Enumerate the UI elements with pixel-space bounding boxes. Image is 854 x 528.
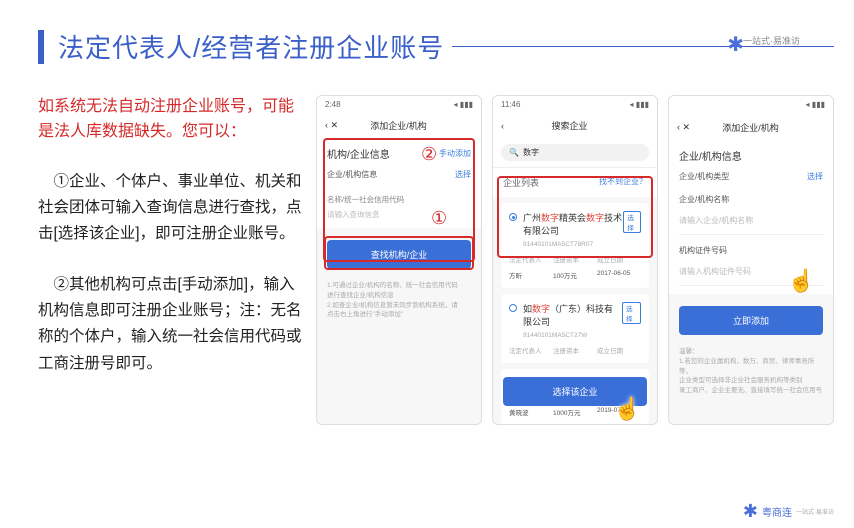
footer-logo-icon: ✱ (743, 501, 758, 522)
nav-title: 搜索企业 (551, 119, 587, 132)
add-now-button[interactable]: 立即添加 (679, 306, 823, 335)
list-header: 企业列表 (503, 176, 539, 189)
org-name-input[interactable]: 请输入企业/机构名称 (679, 215, 823, 235)
note-text: 温馨： 1.若您的企业属机构，数万、商贸、律师事务所等， 企业类型可选择非企业社… (669, 347, 833, 396)
company-code: 91440101MA5CT78R07 (523, 241, 641, 248)
radio-selected-icon[interactable] (509, 213, 517, 221)
field-label: 企业/机构信息 (327, 169, 377, 180)
search-input[interactable]: 请输入查询信息 (327, 209, 471, 220)
company-card[interactable]: 如数字（广东）科技有限公司 选择 91440101MA5CT27W 法定代表人注… (501, 294, 649, 363)
status-signal: ◂ ▮▮▮ (806, 100, 825, 111)
select-tag[interactable]: 选择 (622, 302, 641, 324)
phone-screenshot-2: 11:46 ◂ ▮▮▮ ‹ 搜索企业 🔍 数字 企业列表 找不到企业？ 广州数字精… (492, 95, 658, 425)
search-input[interactable]: 🔍 数字 (501, 144, 649, 161)
input-hint: 名称/统一社会信用代码 (327, 194, 471, 205)
section-title: 机构/企业信息 (327, 146, 390, 161)
not-found-link[interactable]: 找不到企业？ (599, 176, 647, 189)
field-label: 机构证件号码 (679, 245, 727, 256)
status-time: 11:46 (501, 100, 520, 109)
section-title: 企业/机构信息 (679, 148, 742, 163)
status-time: 2:48 (325, 100, 341, 109)
pointer-icon: ☝ (614, 396, 641, 422)
select-link[interactable]: 选择 (807, 171, 823, 182)
footer-brand: ✱ 粤商连 一站式·易准访 (743, 501, 834, 522)
company-name: 如数字（广东）科技有限公司 (523, 302, 622, 328)
search-button[interactable]: 查找机构/企业 (327, 240, 471, 269)
company-card[interactable]: 广州数字精英会数字技术有限公司 选择 91440101MA5CT78R07 法定… (501, 203, 649, 288)
callout-2: ② (421, 144, 437, 165)
manual-add-link[interactable]: 手动添加 (439, 148, 471, 159)
intro-text: 如系统无法自动注册企业账号，可能是法人库数据缺失。您可以： (38, 95, 304, 145)
status-signal: ◂ ▮▮▮ (630, 100, 649, 109)
phone-screenshot-1: 2:48 ◂ ▮▮▮ ‹ ✕ 添加企业/机构 机构/企业信息 手动添加 企业/机构… (316, 95, 482, 425)
status-time (677, 100, 685, 111)
callout-1: ① (431, 208, 447, 229)
header-logo-icon: ✱ (727, 32, 744, 57)
header-slogan: 一站式·易准访 (743, 34, 800, 47)
note-text: 1.可通过企业/机构的名称、统一社会信用代码进行查找企业/机构信息 2.如查企业… (317, 281, 481, 320)
page-title: 法定代表人/经营者注册企业账号 (58, 28, 444, 65)
step1-text: ①企业、个体户、事业单位、机关和社会团体可输入查询信息进行查找，点击[选择该企业… (38, 169, 304, 248)
select-link[interactable]: 选择 (455, 169, 471, 180)
phone-screenshot-3: ◂ ▮▮▮ ‹ ✕ 添加企业/机构 企业/机构信息 企业/机构类型 选择 企业/… (668, 95, 834, 425)
back-icon[interactable]: ‹ ✕ (677, 122, 690, 133)
step2-text: ②其他机构可点击[手动添加]，输入机构信息即可注册企业账号；注：无名称的个体户，… (38, 272, 304, 377)
company-code: 91440101MA5CT27W (523, 332, 641, 339)
status-signal: ◂ ▮▮▮ (454, 100, 473, 109)
company-name: 广州数字精英会数字技术有限公司 (523, 211, 623, 237)
radio-icon[interactable] (509, 304, 517, 312)
nav-title: 添加企业/机构 (722, 121, 779, 134)
field-label: 企业/机构类型 (679, 171, 729, 182)
select-tag[interactable]: 选择 (623, 211, 641, 233)
title-accent (38, 30, 44, 64)
field-label: 企业/机构名称 (679, 194, 729, 205)
nav-title: 添加企业/机构 (370, 119, 427, 132)
back-icon[interactable]: ‹ ✕ (325, 120, 338, 131)
pointer-icon: ☝ (788, 268, 815, 294)
back-icon[interactable]: ‹ (501, 121, 504, 131)
